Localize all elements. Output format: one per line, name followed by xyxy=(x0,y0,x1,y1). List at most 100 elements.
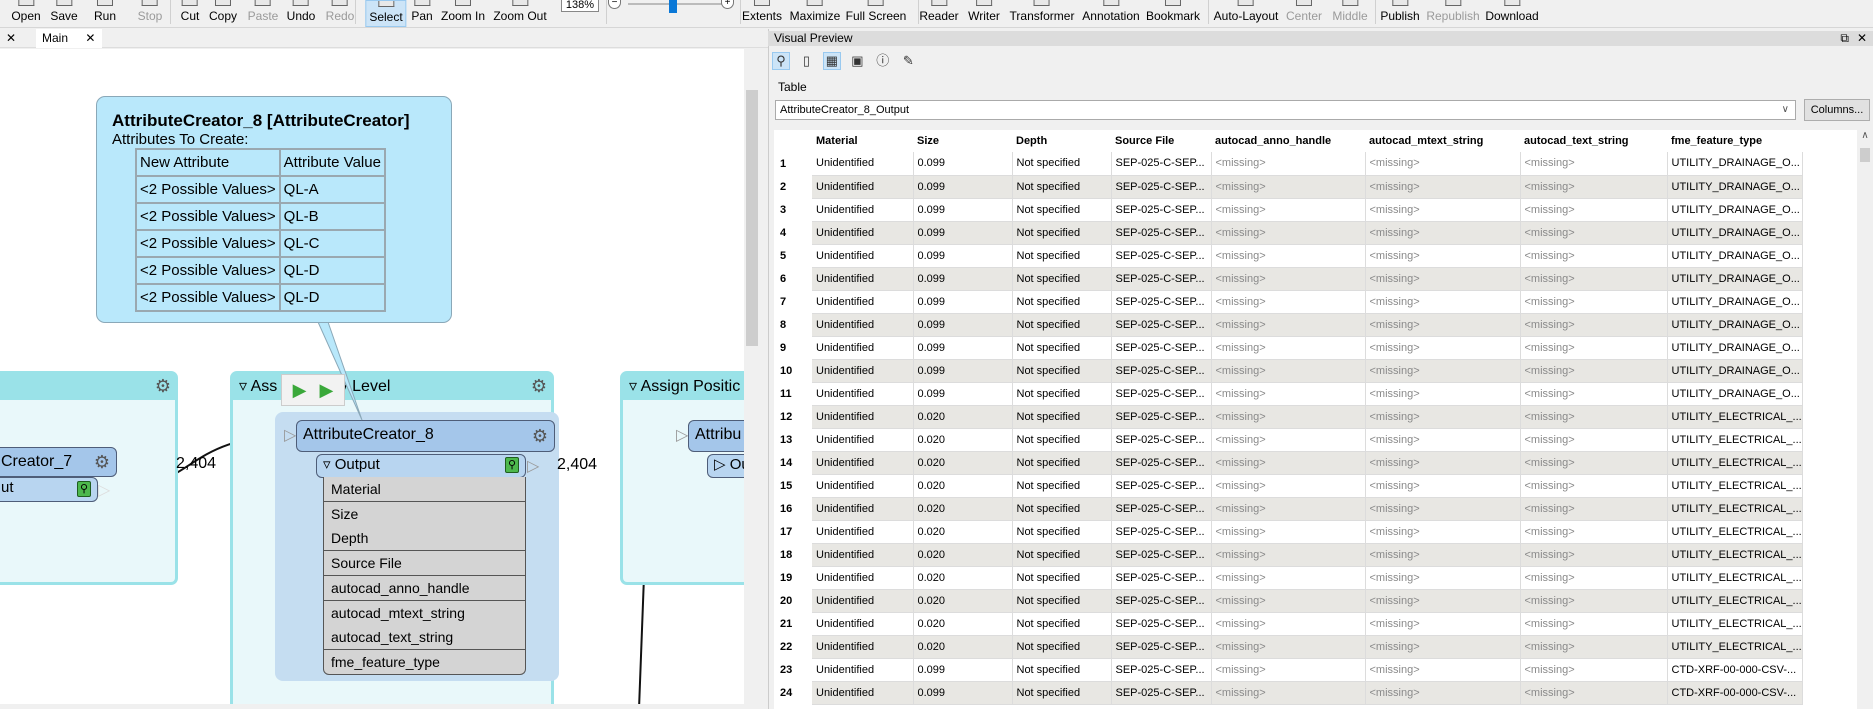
zoom-in-small-icon[interactable]: + xyxy=(721,0,734,9)
table-row[interactable]: 20 Unidentified 0.020 Not specified SEP-025-… xyxy=(774,589,1803,613)
toolbar-save-button[interactable]: Save xyxy=(47,0,80,27)
table-cell: UTILITY_ELECTRICAL_... xyxy=(1667,451,1803,475)
column-header[interactable]: autocad_anno_handle xyxy=(1211,130,1365,152)
run-from-this-icon[interactable]: ▶ xyxy=(320,380,334,400)
close-tab-icon[interactable]: ✕ xyxy=(85,31,95,45)
table-cell: SEP-025-C-SEP... xyxy=(1111,359,1212,383)
toolbar-reader-button[interactable]: Reader xyxy=(916,0,961,27)
table-row[interactable]: 19 Unidentified 0.020 Not specified SEP-025-… xyxy=(774,566,1803,590)
table-cell: <missing> xyxy=(1211,543,1366,567)
toolbar-bookmark-button[interactable]: Bookmark xyxy=(1143,0,1203,27)
table-cell: SEP-025-C-SEP... xyxy=(1111,474,1212,498)
table-row[interactable]: 5 Unidentified 0.099 Not specified SEP-025-C… xyxy=(774,244,1803,268)
table-cell: Not specified xyxy=(1012,635,1112,659)
toolbar-middle-button[interactable]: Middle xyxy=(1329,0,1370,27)
table-row[interactable]: 1 Unidentified 0.099 Not specified SEP-025-C… xyxy=(774,152,1803,176)
toolbar-stop-button[interactable]: Stop xyxy=(135,0,166,27)
toolbar-paste-button[interactable]: Paste xyxy=(245,0,282,27)
table-selector[interactable]: AttributeCreator_8_Output ∨ xyxy=(775,100,1796,120)
toolbar-copy-button[interactable]: Copy xyxy=(206,0,240,27)
float-panel-icon[interactable]: ⧉ xyxy=(1840,31,1849,46)
feature-info-icon[interactable]: ⓘ xyxy=(874,52,892,70)
table-row[interactable]: 22 Unidentified 0.020 Not specified SEP-025-… xyxy=(774,635,1803,659)
table-cell: SEP-025-C-SEP... xyxy=(1111,405,1212,429)
toolbar-extents-button[interactable]: Extents xyxy=(739,0,785,27)
zoom-slider-thumb[interactable] xyxy=(669,0,678,13)
toolbar-run-button[interactable]: Run xyxy=(91,0,119,27)
toolbar-annotation-button[interactable]: Annotation xyxy=(1079,0,1142,27)
table-row[interactable]: 15 Unidentified 0.020 Not specified SEP-025-… xyxy=(774,474,1803,498)
table-row[interactable]: 8 Unidentified 0.099 Not specified SEP-025-C… xyxy=(774,313,1803,337)
table-row[interactable]: 24 Unidentified 0.099 Not specified SEP-025-… xyxy=(774,681,1803,705)
table-row[interactable]: 10 Unidentified 0.099 Not specified SEP-025-… xyxy=(774,359,1803,383)
table-cell: <missing> xyxy=(1365,520,1521,544)
canvas-horizontal-scrollbar[interactable] xyxy=(0,704,760,709)
toolbar-transformer-button[interactable]: Transformer xyxy=(1007,0,1078,27)
table-row[interactable]: 2 Unidentified 0.099 Not specified SEP-025-C… xyxy=(774,175,1803,199)
toolbar-auto-layout-button[interactable]: Auto-Layout xyxy=(1211,0,1282,27)
table-view-icon[interactable]: ▦ xyxy=(822,52,841,70)
toolbar-select-button[interactable]: Select xyxy=(365,0,407,27)
tab-main[interactable]: Main ✕ xyxy=(36,29,102,48)
table-row[interactable]: 13 Unidentified 0.020 Not specified SEP-025-… xyxy=(774,428,1803,452)
table-row[interactable]: 11 Unidentified 0.099 Not specified SEP-025-… xyxy=(774,382,1803,406)
toolbar-maximize-button[interactable]: Maximize xyxy=(787,0,844,27)
column-header[interactable] xyxy=(774,130,812,152)
table-cell: Unidentified xyxy=(812,405,914,429)
table-cell: 0.099 xyxy=(913,382,1013,406)
table-row[interactable]: 4 Unidentified 0.099 Not specified SEP-025-C… xyxy=(774,221,1803,245)
inspect-mode-icon[interactable]: ⚲ xyxy=(772,52,790,70)
table-cell: 0.020 xyxy=(913,405,1013,429)
table-cell: SEP-025-C-SEP... xyxy=(1111,290,1212,314)
options-icon[interactable]: ✎ xyxy=(899,52,917,70)
zoom-level-field[interactable]: 138% xyxy=(561,0,599,12)
table-row[interactable]: 21 Unidentified 0.020 Not specified SEP-025-… xyxy=(774,612,1803,636)
close-panel-icon[interactable]: ✕ xyxy=(1857,31,1867,46)
table-row[interactable]: 18 Unidentified 0.020 Not specified SEP-025-… xyxy=(774,543,1803,567)
toolbar-undo-button[interactable]: Undo xyxy=(284,0,319,27)
workspace-canvas[interactable]: ⚙ ▿ Ass ty Level ⚙ ▿ Assign Positic Creat… xyxy=(0,49,760,705)
toolbar-full-screen-button[interactable]: Full Screen xyxy=(843,0,910,27)
column-header[interactable]: autocad_mtext_string xyxy=(1365,130,1520,152)
column-header[interactable]: Size xyxy=(913,130,1012,152)
toolbar-redo-button[interactable]: Redo xyxy=(323,0,358,27)
toolbar-cut-button[interactable]: Cut xyxy=(178,0,203,27)
table-row[interactable]: 6 Unidentified 0.099 Not specified SEP-025-C… xyxy=(774,267,1803,291)
toolbar-download-button[interactable]: Download xyxy=(1482,0,1541,27)
zoom-out-small-icon[interactable]: − xyxy=(608,0,621,9)
toolbar-republish-button[interactable]: Republish xyxy=(1423,0,1482,27)
toolbar-zoom-in-button[interactable]: Zoom In xyxy=(438,0,488,27)
table-row[interactable]: 17 Unidentified 0.020 Not specified SEP-025-… xyxy=(774,520,1803,544)
toolbar-button-label: Run xyxy=(93,9,117,23)
single-view-icon[interactable]: ▯ xyxy=(797,52,815,70)
table-scroll-thumb[interactable] xyxy=(1860,148,1870,162)
table-row[interactable]: 23 Unidentified 0.099 Not specified SEP-025-… xyxy=(774,658,1803,682)
table-row[interactable]: 16 Unidentified 0.020 Not specified SEP-025-… xyxy=(774,497,1803,521)
table-vertical-scrollbar[interactable]: ∧ xyxy=(1857,130,1873,709)
toolbar-zoom-out-button[interactable]: Zoom Out xyxy=(490,0,549,27)
run-to-this-icon[interactable]: ▶ xyxy=(293,380,307,400)
table-cell: Not specified xyxy=(1012,658,1112,682)
preview-view-toolbar: ⚲ ▯ ▦ ▣ ⓘ ✎ xyxy=(772,52,920,72)
table-row[interactable]: 9 Unidentified 0.099 Not specified SEP-025-C… xyxy=(774,336,1803,360)
column-header[interactable]: Depth xyxy=(1012,130,1111,152)
toolbar-open-button[interactable]: Open xyxy=(8,0,43,27)
column-header[interactable]: Source File xyxy=(1111,130,1211,152)
table-cell: CTD-XRF-00-000-CSV-... xyxy=(1667,658,1803,682)
column-header[interactable]: autocad_text_string xyxy=(1520,130,1667,152)
table-row[interactable]: 3 Unidentified 0.099 Not specified SEP-025-C… xyxy=(774,198,1803,222)
table-row[interactable]: 7 Unidentified 0.099 Not specified SEP-025-C… xyxy=(774,290,1803,314)
toolbar-writer-button[interactable]: Writer xyxy=(965,0,1003,27)
table-row[interactable]: 12 Unidentified 0.020 Not specified SEP-025-… xyxy=(774,405,1803,429)
column-header[interactable]: Material xyxy=(812,130,913,152)
graphics-view-icon[interactable]: ▣ xyxy=(848,52,866,70)
toolbar-pan-button[interactable]: Pan xyxy=(408,0,435,27)
table-row[interactable]: 14 Unidentified 0.020 Not specified SEP-025-… xyxy=(774,451,1803,475)
toolbar-publish-button[interactable]: Publish xyxy=(1377,0,1422,27)
toolbar-center-button[interactable]: Center xyxy=(1283,0,1325,27)
columns-button[interactable]: Columns... xyxy=(1804,99,1870,121)
column-header[interactable]: fme_feature_type xyxy=(1667,130,1803,152)
table-cell: Unidentified xyxy=(812,474,914,498)
canvas-scroll-thumb[interactable] xyxy=(746,90,758,346)
close-tab-icon[interactable]: ✕ xyxy=(0,29,22,48)
